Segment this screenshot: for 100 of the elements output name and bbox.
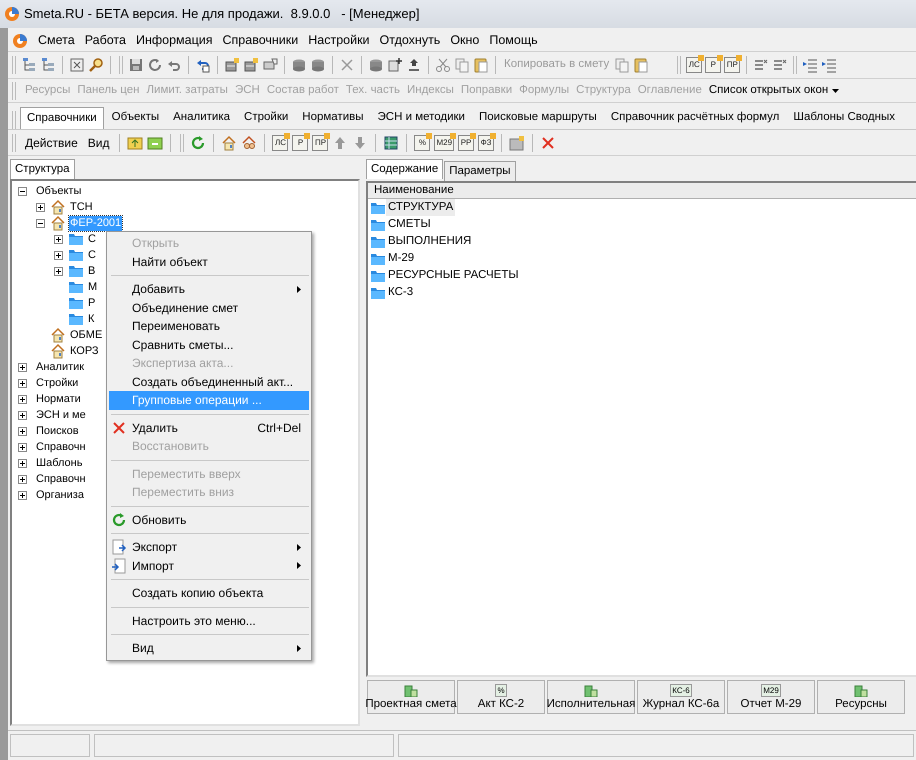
document-type-button[interactable]: М29 Отчет М-29 — [727, 680, 815, 714]
open-windows-dropdown[interactable]: Список открытых окон — [708, 82, 840, 100]
tag-icon[interactable]: ЛС — [272, 134, 288, 150]
menu-item[interactable]: Окно — [450, 31, 480, 50]
panel-tab[interactable]: Структура — [10, 159, 75, 179]
menu-item[interactable]: Помощь — [489, 31, 538, 50]
menu-item[interactable]: Смета — [38, 31, 75, 50]
tree-item[interactable]: ТСН — [69, 200, 94, 214]
document-type-button[interactable]: Исполнительная — [547, 680, 635, 714]
tree-icon[interactable] — [40, 57, 56, 73]
expand-toggle[interactable] — [54, 234, 62, 244]
column-header[interactable]: Наименование — [368, 183, 916, 199]
tag-icon[interactable]: ФЗ — [478, 134, 494, 150]
search-icon[interactable] — [88, 57, 104, 73]
menu-item[interactable]: Настройки — [308, 31, 370, 50]
tab[interactable]: Стройки — [238, 107, 294, 129]
tree-item[interactable]: ОБМЕ — [69, 328, 104, 342]
tree-item[interactable]: С — [87, 248, 97, 262]
menu-item[interactable]: Объединение смет — [109, 298, 309, 317]
tab[interactable]: ЭСН и методики — [372, 107, 471, 129]
refresh-icon[interactable] — [111, 512, 127, 528]
menu-item[interactable]: Отдохнуть — [380, 31, 440, 50]
tag-icon[interactable]: М29 — [434, 134, 454, 150]
import-icon[interactable] — [111, 558, 127, 574]
tab[interactable]: Справочник расчётных формул — [604, 107, 786, 129]
menu-item[interactable]: Импорт — [109, 556, 309, 575]
checklist-icon[interactable] — [772, 57, 788, 73]
toolbar-menu-button[interactable]: Действие — [22, 134, 81, 152]
expand-toggle[interactable] — [18, 410, 26, 420]
refresh-icon[interactable] — [147, 57, 163, 73]
panel-tab[interactable]: Параметры — [444, 161, 516, 181]
menu-item[interactable]: Создать копию объекта — [109, 584, 309, 602]
paste-icon[interactable] — [633, 57, 650, 73]
list-item[interactable]: ВЫПОЛНЕНИЯ — [386, 232, 474, 250]
tree-item[interactable]: Нормати — [35, 392, 82, 406]
tag-icon[interactable]: Р — [292, 134, 308, 150]
undo-icon[interactable] — [195, 57, 211, 73]
list-item[interactable]: СМЕТЫ — [386, 216, 433, 234]
menu-item[interactable]: Экспорт — [109, 538, 309, 556]
tree-item[interactable]: Организа — [35, 488, 85, 502]
menu-item[interactable]: Справочники — [222, 31, 298, 50]
paste-icon[interactable] — [473, 57, 489, 73]
copy-icon[interactable] — [614, 57, 630, 73]
tree-item[interactable]: Шаблонь — [35, 456, 84, 470]
refresh-icon[interactable] — [190, 134, 206, 150]
collapse-toggle[interactable] — [36, 218, 44, 228]
scissors-icon[interactable] — [435, 57, 451, 73]
menu-item[interactable]: Работа — [84, 31, 126, 50]
menu-item[interactable]: Добавить — [109, 280, 309, 298]
list-item[interactable]: КС-3 — [386, 284, 416, 302]
house-icon[interactable] — [50, 343, 66, 359]
menu-item[interactable]: Вид — [109, 639, 309, 658]
expand-toggle[interactable] — [18, 378, 26, 388]
folder-icon[interactable] — [127, 134, 144, 150]
house-icon[interactable] — [50, 327, 66, 343]
expand-toggle[interactable] — [18, 458, 26, 468]
tree-item[interactable]: КОРЗ — [69, 344, 100, 358]
expand-toggle[interactable] — [54, 266, 62, 276]
tag-icon[interactable]: ПР — [724, 57, 740, 73]
menu-item[interactable]: Найти объект — [109, 252, 309, 271]
tab[interactable]: Нормативы — [296, 107, 370, 129]
document-type-button[interactable]: Ресурсны — [817, 680, 905, 714]
tree-item[interactable]: Объекты — [35, 184, 82, 198]
collapse-toggle[interactable] — [18, 186, 26, 196]
database-icon[interactable] — [310, 57, 326, 73]
indent-icon[interactable] — [802, 57, 818, 73]
house-icon[interactable] — [50, 199, 66, 215]
tree-item[interactable]: Стройки — [35, 376, 80, 390]
close-icon[interactable] — [540, 134, 556, 150]
expand-toggle[interactable] — [18, 490, 26, 500]
tree-item[interactable]: С — [87, 232, 97, 246]
menu-item[interactable]: Переименовать — [109, 317, 309, 336]
expand-toggle[interactable] — [18, 394, 26, 404]
close-icon[interactable] — [111, 420, 127, 436]
tag-icon[interactable]: % — [414, 134, 430, 150]
expand-toggle[interactable] — [18, 474, 26, 484]
upload-icon[interactable] — [406, 57, 422, 73]
house-icon[interactable] — [50, 215, 66, 231]
table-icon[interactable] — [383, 134, 400, 150]
tab[interactable]: Объекты — [106, 107, 166, 129]
panel-tab[interactable]: Содержание — [366, 159, 444, 179]
database-icon[interactable] — [291, 57, 307, 73]
house-icon[interactable] — [241, 134, 258, 150]
cabinet-icon[interactable] — [243, 57, 259, 73]
tree-item[interactable]: Р — [87, 296, 96, 310]
add-icon[interactable] — [387, 57, 403, 73]
document-type-button[interactable]: % Акт КС-2 — [457, 680, 545, 714]
menu-item[interactable]: Сравнить сметы... — [109, 336, 309, 354]
tree-icon[interactable] — [21, 57, 37, 73]
tree-item[interactable]: Поисков — [35, 424, 80, 438]
document-type-button[interactable]: КС-6 Журнал КС-6а — [637, 680, 725, 714]
tag-icon[interactable]: Р — [705, 57, 722, 73]
toolbar-menu-button[interactable]: Вид — [84, 134, 112, 152]
tree-item[interactable]: Справочн — [35, 440, 87, 454]
database-icon[interactable] — [368, 57, 384, 73]
tree-item[interactable]: ЭСН и ме — [35, 408, 87, 422]
tag-icon[interactable]: ЛС — [686, 57, 702, 73]
menu-item[interactable]: Информация — [136, 31, 212, 50]
menu-item[interactable]: Обновить — [109, 510, 309, 529]
save-icon[interactable] — [128, 57, 144, 73]
